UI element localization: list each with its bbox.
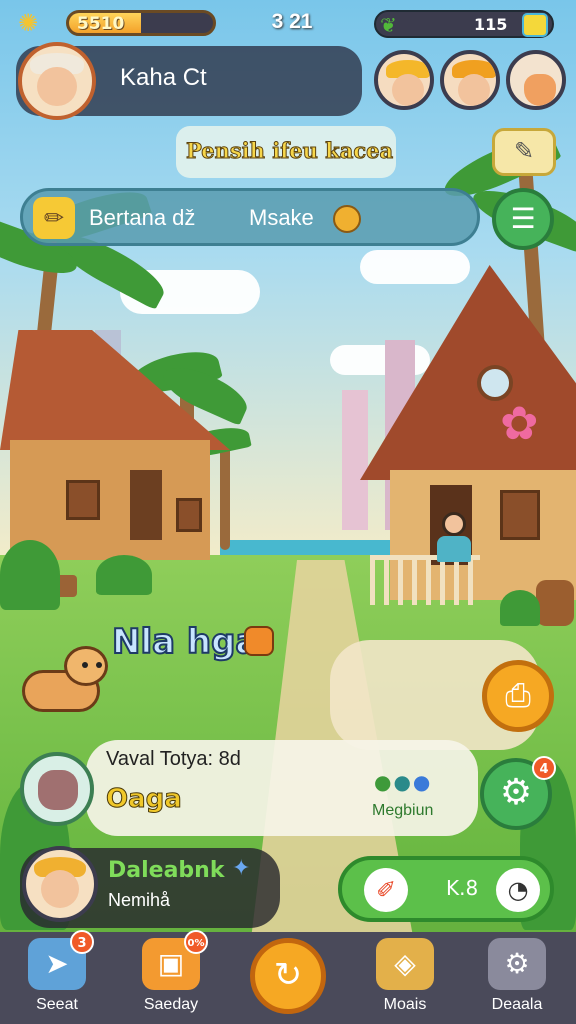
villager [437, 512, 471, 562]
energy-value: 5510 [77, 14, 125, 34]
fox-avatar[interactable] [506, 50, 566, 110]
nav-badge: 0% [184, 930, 208, 954]
coin-icon [333, 205, 361, 233]
profile-panel[interactable]: Kaha Ct [16, 42, 362, 120]
gear-badge: 4 [532, 756, 556, 780]
nav-label: Seeat [36, 996, 78, 1013]
nav-label: Moais [383, 996, 427, 1013]
gear-icon: ⚙ [499, 772, 533, 813]
settings-icon: ⚙ [488, 938, 546, 990]
resource-bar: ❦ 115 [374, 10, 554, 38]
friend-avatar[interactable] [374, 50, 434, 110]
resource-value: 115 [474, 15, 508, 34]
bush [0, 540, 60, 610]
barrel [536, 580, 574, 626]
task-label: Bertana dž [89, 205, 196, 230]
nav-item-saeday[interactable]: ▣ 0% Saeday [126, 930, 216, 1022]
bush [96, 555, 152, 595]
stack-icon: ☰ [510, 202, 536, 235]
cat-avatar[interactable] [20, 752, 94, 826]
pen-icon[interactable]: ✐ [364, 868, 408, 912]
task-bar[interactable]: ✏ Bertana dž Msake [20, 188, 480, 246]
notepad-icon: ✎ [513, 137, 535, 165]
pet-dog[interactable] [12, 640, 108, 722]
energy-bar: 5510 [66, 10, 216, 36]
pet-name-label: Nla hga [111, 621, 259, 663]
status-bar: ✺ 5510 3 21 ❦ 115 [0, 0, 576, 44]
chat-value: Oaga [106, 784, 183, 815]
nav-item-moais[interactable]: ◈ Moais [360, 938, 450, 1022]
player-avatar[interactable] [18, 42, 96, 120]
leaf-icon: ❦ [380, 13, 397, 37]
nav-label: Saeday [143, 996, 199, 1013]
clock-icon[interactable]: ◔ [496, 868, 540, 912]
right-house [360, 265, 576, 615]
player-card[interactable]: Daleabnk ✦ Nemihå [20, 846, 280, 928]
clock-time: 3 21 [271, 10, 313, 33]
green-gem-icon: ● [374, 770, 394, 794]
nav-badge: 3 [70, 930, 94, 954]
pink-flower-icon: ✿ [500, 396, 539, 450]
chat-title: Vaval Totya: 8d [106, 748, 241, 770]
blue-gem-icon: ● [412, 770, 433, 794]
notes-button[interactable]: ✎ [492, 128, 556, 176]
nav-item-deaala[interactable]: ⚙ Deaala [472, 938, 562, 1022]
bush [500, 590, 540, 626]
bag-icon: ▣ 0% [142, 930, 208, 990]
nav-item-seeat[interactable]: ➤ 3 Seeat [12, 930, 102, 1022]
action-count: K.8 [446, 876, 479, 900]
profile-name: Kaha Ct [120, 64, 207, 91]
task-action[interactable]: Msake [249, 205, 314, 231]
player-name: Daleabnk [108, 858, 225, 883]
quest-banner: Pensih ifeu kacea [176, 126, 396, 178]
sparkle-icon: ✦ [232, 856, 251, 881]
arrow-icon: ➤ 3 [28, 930, 94, 990]
pencil-icon: ✏ [33, 197, 75, 239]
printer-button[interactable]: ⎙ [482, 660, 554, 732]
nav-label: Deaala [491, 996, 543, 1013]
add-resource-button[interactable] [522, 13, 548, 37]
player-card-avatar[interactable] [22, 846, 98, 922]
action-pill[interactable]: ✐ K.8 ◔ [338, 856, 554, 922]
pet-badge-icon[interactable] [244, 626, 274, 656]
gem-icons: ●●● [374, 770, 432, 794]
friend-avatar[interactable] [440, 50, 500, 110]
quest-banner-text: Pensih ifeu kacea [185, 138, 394, 164]
sun-gear-icon[interactable]: ✺ [18, 9, 38, 37]
refresh-icon: ↻ [273, 955, 303, 995]
ice-cream-icon: ◈ [376, 938, 434, 990]
teal-gem-icon: ● [393, 770, 413, 794]
refresh-button[interactable]: ↻ [250, 938, 326, 1014]
stack-button[interactable]: ☰ [492, 188, 554, 250]
player-status: Nemihå [108, 890, 171, 910]
printer-icon: ⎙ [505, 676, 531, 714]
chat-subtitle: Megbiun [372, 802, 434, 819]
